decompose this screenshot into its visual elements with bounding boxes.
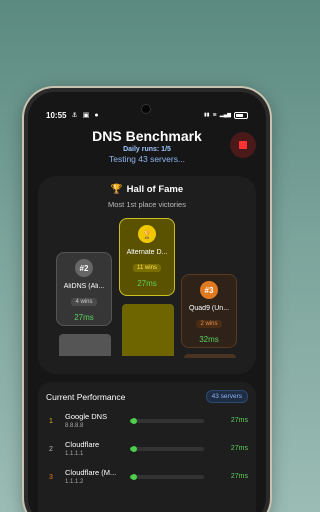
notification-icon: ⚓ [71, 112, 78, 119]
cell-signal-icon: ▂▄▆ [219, 112, 231, 118]
latency-value: 27ms [74, 313, 94, 322]
hall-of-fame-card: 🏆 Hall of Fame Most 1st place victories #… [38, 176, 256, 374]
hall-of-fame-title: 🏆 Hall of Fame [38, 184, 256, 195]
latency-bar [130, 474, 204, 480]
hall-of-fame-subtitle: Most 1st place victories [108, 200, 186, 209]
third-place-card[interactable]: #3 Quad9 (Un... 2 wins 32ms [181, 274, 237, 348]
row-server-ip: 1.1.1.2 [65, 479, 84, 485]
latency-bar-dot [130, 474, 137, 480]
server-name: AliDNS (Ali... [63, 283, 105, 290]
app-screen: 10:55 ⚓ ▣ ● ▮▮ ≋ ▂▄▆ DNS Benchmark Daily… [28, 92, 266, 512]
trophy-badge-icon: 🏆 [138, 225, 156, 243]
second-place-card[interactable]: #2 AliDNS (Ali... 4 wins 27ms [56, 252, 112, 326]
trophy-icon: 🏆 [110, 184, 123, 195]
stop-button[interactable] [230, 132, 256, 158]
row-server-name: Cloudflare (M... [65, 468, 117, 477]
performance-row[interactable]: 3 Cloudflare (M... 1.1.1.2 27ms [38, 466, 256, 490]
row-server-name: Cloudflare [65, 440, 100, 449]
row-latency: 27ms [230, 473, 248, 480]
latency-value: 32ms [199, 335, 219, 344]
row-server-ip: 1.1.1.1 [65, 451, 84, 457]
rank-badge: #3 [200, 281, 218, 299]
row-rank: 2 [49, 446, 53, 453]
podium-second [59, 334, 111, 356]
phone-frame: 10:55 ⚓ ▣ ● ▮▮ ≋ ▂▄▆ DNS Benchmark Daily… [24, 88, 270, 512]
podium-first [122, 304, 174, 356]
server-name: Quad9 (Un... [188, 305, 230, 312]
row-rank: 3 [49, 474, 53, 481]
notification-icon-2: ▣ [82, 112, 90, 119]
performance-title: Current Performance [46, 391, 126, 402]
server-count-badge: 43 servers [205, 390, 248, 403]
hall-of-fame-title-text: Hall of Fame [126, 184, 184, 195]
stop-icon [239, 141, 247, 149]
server-name: Alternate D... [126, 249, 168, 256]
testing-status: Testing 43 servers... [108, 154, 186, 164]
row-server-name: Google DNS [65, 412, 108, 421]
podium-third [184, 354, 236, 358]
battery-icon [234, 111, 248, 119]
wifi-icon: ≋ [212, 112, 217, 118]
current-performance-card: Current Performance 43 servers 1 Google … [38, 382, 256, 512]
performance-row[interactable]: 2 Cloudflare 1.1.1.1 27ms [38, 438, 256, 462]
status-time: 10:55 [46, 110, 67, 120]
row-server-ip: 8.8.8.8 [65, 423, 84, 429]
latency-value: 27ms [137, 279, 157, 288]
latency-bar [130, 418, 204, 424]
wins-badge: 4 wins [71, 298, 97, 306]
row-latency: 27ms [230, 445, 248, 452]
rank-badge: #2 [75, 259, 93, 277]
latency-bar [130, 446, 204, 452]
row-rank: 1 [49, 418, 53, 425]
signal-icon: ▮▮ [204, 112, 210, 118]
battery-level [236, 113, 243, 117]
status-bar: 10:55 ⚓ ▣ ● ▮▮ ≋ ▂▄▆ [46, 108, 248, 122]
wins-badge: 2 wins [196, 320, 222, 328]
first-place-card[interactable]: 🏆 Alternate D... 11 wins 27ms [119, 218, 175, 296]
notification-icon-3: ● [94, 111, 99, 119]
wins-badge: 11 wins [133, 264, 161, 272]
performance-row[interactable]: 1 Google DNS 8.8.8.8 27ms [38, 410, 256, 434]
latency-bar-dot [130, 446, 137, 452]
latency-bar-dot [130, 418, 137, 424]
row-latency: 27ms [230, 417, 248, 424]
